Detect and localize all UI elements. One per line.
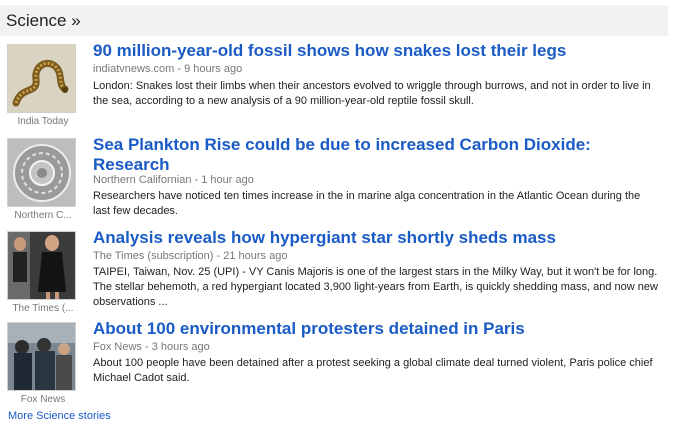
story-headline[interactable]: 90 million-year-old fossil shows how sna… [93, 41, 663, 61]
story-meta: indiatvnews.com - 9 hours ago [93, 63, 242, 75]
story-time: 9 hours ago [184, 63, 243, 75]
story-snippet: TAIPEI, Taiwan, Nov. 25 (UPI) - VY Canis… [93, 266, 658, 308]
story-snippet: London: Snakes lost their limbs when the… [93, 80, 651, 107]
story-time: 21 hours ago [223, 250, 288, 262]
story-headline[interactable]: About 100 environmental protesters detai… [93, 319, 663, 339]
image-source-label: Northern C... [14, 210, 72, 221]
fashion-photo-image[interactable] [7, 231, 76, 300]
story-meta: Fox News - 3 hours ago [93, 341, 210, 353]
story-meta: Northern Californian - 1 hour ago [93, 174, 254, 186]
plankton-image[interactable] [7, 138, 76, 207]
story-source[interactable]: Northern Californian [93, 174, 191, 186]
more-science-stories-link[interactable]: More Science stories [8, 410, 111, 422]
meta-separator: - [141, 341, 152, 353]
image-source-label: India Today [17, 116, 69, 127]
meta-separator: - [213, 250, 224, 262]
section-title[interactable]: Science » [6, 11, 81, 31]
story-snippet: About 100 people have been detained afte… [93, 357, 653, 384]
story-time: 1 hour ago [201, 174, 254, 186]
story-snippet: Researchers have noticed ten times incre… [93, 190, 641, 217]
story-headline[interactable]: Sea Plankton Rise could be due to increa… [93, 135, 663, 175]
story-meta: The Times (subscription) - 21 hours ago [93, 250, 287, 262]
story-headline[interactable]: Analysis reveals how hypergiant star sho… [93, 228, 663, 248]
story-source[interactable]: indiatvnews.com [93, 63, 174, 75]
protest-photo-image[interactable] [7, 322, 76, 391]
image-source-label: The Times (... [12, 303, 74, 314]
story-source[interactable]: Fox News [93, 341, 142, 353]
story-time: 3 hours ago [151, 341, 210, 353]
story-source[interactable]: The Times (subscription) [93, 250, 213, 262]
section-header: Science » [0, 5, 668, 36]
meta-separator: - [191, 174, 202, 186]
snake-fossil-image[interactable] [7, 44, 76, 113]
meta-separator: - [174, 63, 185, 75]
image-source-label: Fox News [20, 394, 66, 405]
